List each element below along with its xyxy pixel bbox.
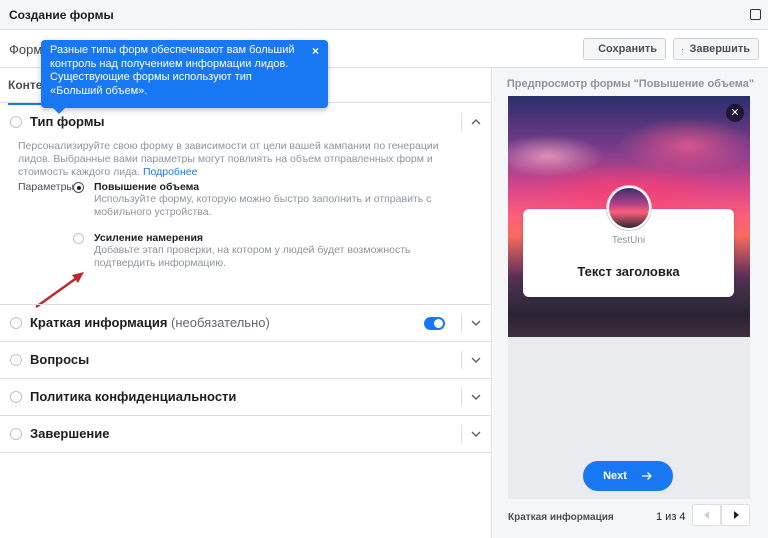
section-title: Краткая информация (необязательно)	[30, 315, 270, 330]
next-page-button[interactable]	[721, 504, 750, 526]
finish-button[interactable]: Завершить	[673, 38, 759, 60]
preview-panel: Предпросмотр формы "Повышение объема" ✕ …	[493, 68, 768, 538]
page-name: TestUni	[611, 235, 646, 246]
tooltip-close-icon[interactable]: ×	[312, 44, 319, 59]
section-title: Политика конфиденциальности	[30, 389, 237, 404]
form-name[interactable]: Форм	[9, 42, 42, 57]
headline: Текст заголовка	[577, 264, 680, 279]
preview-title: Предпросмотр формы "Повышение объема"	[506, 78, 755, 90]
option-radio[interactable]	[73, 233, 84, 244]
chevron-right-icon	[733, 511, 739, 519]
save-button[interactable]: Сохранить	[583, 38, 666, 60]
tooltip-text: Разные типы форм обеспечивают вам больши…	[50, 44, 295, 97]
next-label: Next	[603, 470, 627, 482]
chevron-down-icon[interactable]	[470, 354, 482, 366]
optional-label: (необязательно)	[171, 315, 270, 330]
prev-page-button[interactable]	[692, 504, 721, 526]
arrow-right-icon	[641, 472, 652, 480]
option-description: Добавьте этап проверки, на котором у люд…	[94, 244, 411, 269]
chevron-down-icon[interactable]	[470, 428, 482, 440]
chevron-down-icon[interactable]	[470, 317, 482, 329]
section-status-radio	[10, 354, 22, 366]
learn-more-link[interactable]: Подробнее	[143, 166, 197, 178]
section-status-radio	[10, 317, 22, 329]
close-icon[interactable]: ✕	[726, 104, 744, 122]
window-titlebar: Создание формы	[0, 0, 768, 30]
form-type-description: Персонализируйте свою форму в зависимост…	[18, 140, 458, 179]
section-status-radio	[10, 116, 22, 128]
preview-step-label: Краткая информация	[508, 512, 614, 523]
section-title: Завершение	[30, 426, 110, 441]
section-title-text: Краткая информация	[30, 315, 168, 330]
finish-label: Завершить	[689, 43, 750, 55]
maximize-icon[interactable]	[750, 9, 761, 20]
next-button[interactable]: Next	[583, 461, 673, 491]
intro-toggle[interactable]	[424, 317, 445, 330]
section-status-radio	[10, 428, 22, 440]
params-label: Параметры	[18, 181, 74, 193]
section-separator	[461, 425, 462, 443]
section-separator	[461, 314, 462, 332]
section-status-radio	[10, 391, 22, 403]
window-title: Создание формы	[9, 8, 114, 22]
chevron-down-icon[interactable]	[470, 391, 482, 403]
phone-preview: ✕ TestUni Текст заголовка Next	[508, 96, 750, 499]
option-description: Используйте форму, которую можно быстро …	[94, 193, 432, 218]
option-title: Усиление намерения	[94, 232, 204, 244]
divider	[0, 452, 492, 453]
chevron-up-icon[interactable]	[470, 116, 482, 128]
finish-icon	[682, 48, 684, 50]
option-radio-selected[interactable]	[73, 182, 84, 193]
section-form-type[interactable]: Тип формы	[0, 104, 492, 140]
section-separator	[461, 113, 462, 131]
avatar	[607, 186, 651, 230]
info-tooltip: Разные типы форм обеспечивают вам больши…	[41, 40, 328, 114]
chevron-left-icon	[703, 511, 709, 519]
section-questions[interactable]: Вопросы	[0, 342, 492, 378]
intro-card: TestUni Текст заголовка	[523, 186, 734, 297]
section-separator	[461, 388, 462, 406]
save-label: Сохранить	[598, 43, 657, 55]
description-text: Персонализируйте свою форму в зависимост…	[18, 140, 439, 178]
option-title: Повышение объема	[94, 181, 200, 193]
section-privacy[interactable]: Политика конфиденциальности	[0, 379, 492, 415]
section-completion[interactable]: Завершение	[0, 416, 492, 452]
section-intro[interactable]: Краткая информация (необязательно)	[0, 305, 492, 341]
section-title: Вопросы	[30, 352, 90, 367]
section-separator	[461, 351, 462, 369]
editor-panel: Контент Тип формы Персонализируйте свою …	[0, 68, 492, 538]
pager-text: 1 из 4	[656, 511, 686, 523]
section-title: Тип формы	[30, 114, 105, 129]
